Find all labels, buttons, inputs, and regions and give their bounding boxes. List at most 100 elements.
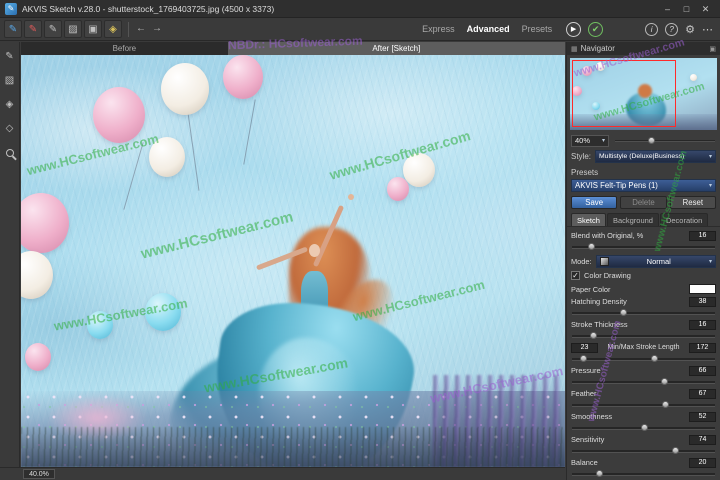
pencil-blue-icon[interactable]: ✎ <box>4 20 22 38</box>
slider-thumb[interactable] <box>589 332 597 339</box>
zoom-select[interactable]: 40% ▾ <box>571 134 609 147</box>
presets-label: Presets <box>571 168 599 177</box>
toolbar-divider <box>128 21 129 37</box>
layers-icon[interactable]: ▣ <box>84 20 102 38</box>
pin-icon[interactable]: ▣ <box>709 45 716 53</box>
more-icon[interactable]: ⋯ <box>702 23 713 36</box>
style-value: Multistyle (Deluxe|Business) <box>599 153 685 160</box>
param-max-value[interactable]: 172 <box>688 342 716 353</box>
app-icon: ✎ <box>5 2 17 15</box>
slider-thumb[interactable] <box>595 470 603 477</box>
tab-before[interactable]: Before <box>21 42 228 55</box>
param-min-value[interactable]: 23 <box>571 342 598 353</box>
mode-express[interactable]: Express <box>422 24 455 34</box>
param-slider[interactable] <box>571 241 716 252</box>
preset-dropdown[interactable]: AKVIS Felt-Tip Pens (1) ▾ <box>571 179 716 192</box>
param-slider[interactable] <box>571 445 716 456</box>
navigator-view-frame[interactable] <box>572 60 677 127</box>
slider-thumb[interactable] <box>620 309 628 316</box>
picker-tool-icon[interactable]: ◈ <box>2 97 17 112</box>
navigator-thumbnail[interactable] <box>570 58 717 130</box>
param-slider[interactable] <box>571 422 716 433</box>
slider-thumb[interactable] <box>660 378 668 385</box>
param-label: Smoothness <box>571 412 613 421</box>
slider-thumb-min[interactable] <box>579 355 587 362</box>
save-button[interactable]: Save <box>571 196 618 209</box>
reset-button[interactable]: Reset <box>669 196 716 209</box>
param-value[interactable]: 16 <box>689 230 716 241</box>
delete-button[interactable]: Delete <box>620 196 667 209</box>
param-value[interactable]: 38 <box>689 296 716 307</box>
mode-dropdown[interactable]: Normal ▾ <box>595 254 716 268</box>
slider-thumb[interactable] <box>672 447 680 454</box>
zoom-slider[interactable] <box>614 135 716 146</box>
mode-presets[interactable]: Presets <box>522 24 553 34</box>
param-label: Balance <box>571 458 598 467</box>
pink-balloon <box>25 343 51 371</box>
tab-decoration[interactable]: Decoration <box>659 213 709 226</box>
param-value[interactable]: 66 <box>689 365 716 376</box>
chevron-down-icon: ▾ <box>601 138 605 144</box>
pencil-gray-icon[interactable]: ✎ <box>44 20 62 38</box>
image-canvas[interactable]: www.HCsoftwear.com www.HCsoftwear.com ww… <box>21 55 565 467</box>
param-slider[interactable] <box>571 330 716 341</box>
maximize-icon[interactable]: □ <box>677 2 696 16</box>
main-toolbar: ✎ ✎ ✎ ▨ ▣ ◈ ← → Express Advanced Presets… <box>0 18 720 41</box>
eraser-icon[interactable]: ▨ <box>64 20 82 38</box>
undo-icon[interactable]: ← <box>133 21 149 37</box>
zoom-tool-icon[interactable] <box>2 145 17 160</box>
navigator-title: Navigator <box>580 44 615 53</box>
checkbox-label: Color Drawing <box>584 271 631 280</box>
param-value[interactable]: 52 <box>689 411 716 422</box>
paper-color-swatch[interactable] <box>689 284 716 294</box>
slider-thumb[interactable] <box>588 243 596 250</box>
zoom-slider-thumb[interactable] <box>647 137 655 144</box>
info-icon[interactable]: i <box>645 22 659 36</box>
param-slider[interactable] <box>571 376 716 387</box>
redo-icon[interactable]: → <box>149 21 165 37</box>
tab-background[interactable]: Background <box>606 213 659 226</box>
param-value[interactable]: 67 <box>689 388 716 399</box>
param-label: Sensitivity <box>571 435 605 444</box>
param-value[interactable]: 20 <box>689 457 716 468</box>
apply-button[interactable]: ✔ <box>588 21 604 37</box>
gear-icon[interactable]: ⚙ <box>685 23 695 36</box>
style-dropdown[interactable]: Multistyle (Deluxe|Business) ▾ <box>595 150 716 163</box>
minimize-icon[interactable]: – <box>658 2 677 16</box>
slider-thumb-max[interactable] <box>650 355 658 362</box>
pink-balloon <box>223 55 263 99</box>
magnifier-icon <box>5 148 14 157</box>
tab-sketch[interactable]: Sketch <box>571 213 606 226</box>
run-button[interactable]: ▶ <box>566 21 582 37</box>
pencil-red-icon[interactable]: ✎ <box>24 20 42 38</box>
param-feather: Feather 67 <box>571 388 716 410</box>
tab-after[interactable]: After [Sketch] <box>227 42 565 55</box>
title-bar: ✎ AKVIS Sketch v.28.0 - shutterstock_176… <box>0 0 720 18</box>
picker-icon[interactable]: ◈ <box>104 20 122 38</box>
mode-value: Normal <box>646 256 671 266</box>
close-icon[interactable]: ✕ <box>696 2 715 16</box>
param-stroke-thickness: Stroke Thickness 16 <box>571 319 716 341</box>
style-label: Style: <box>571 152 592 161</box>
hand-tool-icon[interactable]: ◇ <box>2 121 17 136</box>
preset-buttons: Save Delete Reset <box>567 194 720 212</box>
slider-thumb[interactable] <box>640 424 648 431</box>
param-sensitivity: Sensitivity 74 <box>571 434 716 456</box>
param-value[interactable]: 16 <box>689 319 716 330</box>
zoom-value: 40% <box>575 136 591 145</box>
eraser-tool-icon[interactable]: ▨ <box>2 73 17 88</box>
help-icon[interactable]: ? <box>665 22 679 36</box>
param-slider[interactable] <box>571 468 716 479</box>
zoom-slider-track <box>615 140 715 142</box>
param-slider[interactable] <box>571 399 716 410</box>
window-controls: – □ ✕ <box>658 2 715 16</box>
slider-thumb[interactable] <box>662 401 670 408</box>
param-paper-color: Paper Color <box>571 282 716 296</box>
status-zoom-value[interactable]: 40.0% <box>23 469 55 479</box>
color-drawing-checkbox[interactable] <box>571 271 580 280</box>
param-value[interactable]: 74 <box>689 434 716 445</box>
mode-advanced[interactable]: Advanced <box>467 24 510 34</box>
brush-tool-icon[interactable]: ✎ <box>2 49 17 64</box>
param-range-slider[interactable] <box>571 353 716 364</box>
param-slider[interactable] <box>571 307 716 318</box>
